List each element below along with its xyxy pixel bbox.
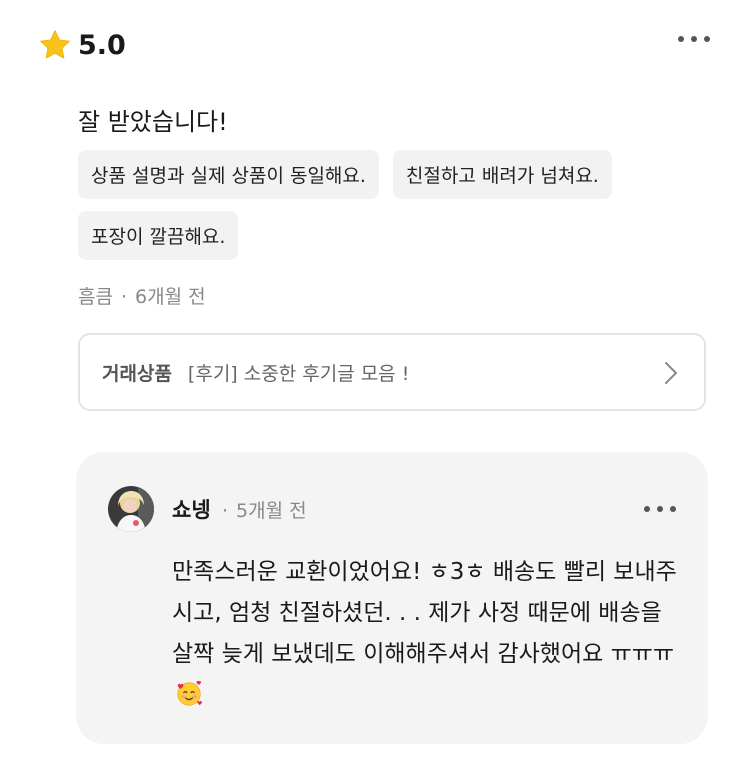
reply-author-name[interactable]: 쇼넹 xyxy=(172,494,211,524)
review-meta: 흠큼 · 6개월 전 xyxy=(78,286,206,308)
review-tags: 상품 설명과 실제 상품이 동일해요. 친절하고 배려가 넘쳐요. 포장이 깔끔… xyxy=(78,150,698,260)
reply-body: 만족스러운 교환이었어요! ㅎ3ㅎ 배송도 빨리 보내주시고, 엄청 친절하셨던… xyxy=(172,552,682,716)
traded-product-card[interactable]: 거래상품 [후기] 소중한 후기글 모음 ! xyxy=(78,333,706,411)
chevron-right-icon xyxy=(665,362,677,384)
seller-reply: 쇼넹 · 5개월 전 만족스러운 교환이었어요! ㅎ3ㅎ 배송도 빨리 보내주시고… xyxy=(76,452,708,744)
reply-time: · 5개월 전 xyxy=(222,500,307,522)
smiling-face-with-hearts-icon xyxy=(177,680,202,706)
review-text: 잘 받았습니다! xyxy=(78,108,228,136)
rating-row: 5.0 xyxy=(38,28,126,62)
reply-body-text: 만족스러운 교환이었어요! ㅎ3ㅎ 배송도 빨리 보내주시고, 엄청 친절하셨던… xyxy=(172,559,677,667)
star-icon xyxy=(40,30,70,59)
review-tag: 상품 설명과 실제 상품이 동일해요. xyxy=(78,150,379,199)
product-title: [후기] 소중한 후기글 모음 ! xyxy=(187,362,410,385)
more-options-icon[interactable] xyxy=(678,36,710,42)
avatar[interactable] xyxy=(108,486,154,532)
review-time: 6개월 전 xyxy=(135,286,206,308)
reply-more-options-icon[interactable] xyxy=(644,506,676,512)
review-tag: 친절하고 배려가 넘쳐요. xyxy=(392,150,612,199)
rating-value: 5.0 xyxy=(78,29,126,61)
review-author[interactable]: 흠큼 xyxy=(78,286,113,308)
review-tag: 포장이 깔끔해요. xyxy=(78,211,239,260)
product-label: 거래상품 xyxy=(102,362,172,385)
